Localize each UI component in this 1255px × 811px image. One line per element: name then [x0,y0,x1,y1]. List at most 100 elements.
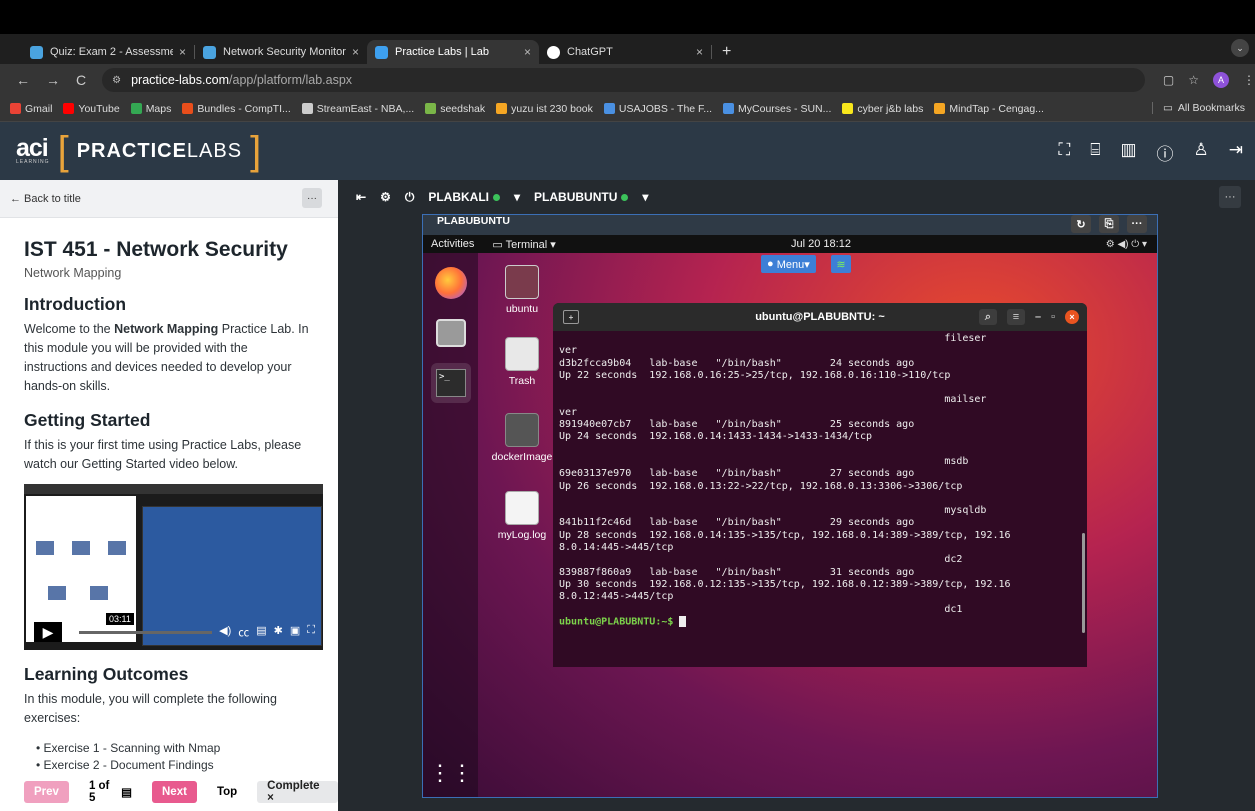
kebab-menu-icon[interactable]: ⋮ [1243,73,1255,87]
url-field[interactable]: ⚙ practice-labs.com /app/platform/lab.as… [102,68,1145,92]
top-button[interactable]: Top [207,781,247,803]
refresh-icon[interactable]: ↻ [1071,215,1091,233]
terminal-app-label: Terminal ▾ [505,238,556,251]
browser-tab[interactable]: ChatGPT × [539,40,711,64]
power-icon[interactable]: ⏻ [405,190,415,205]
hamburger-menu-icon[interactable]: ≡ [1006,309,1025,325]
new-tab-button[interactable]: + [722,43,731,61]
desktop-icon-ubuntu[interactable]: ubuntu [487,265,557,315]
transcript-icon[interactable]: ▤ [256,624,266,640]
folder-open-icon[interactable]: ⌸ [1090,140,1100,165]
chevron-down-icon[interactable]: ▾ [642,190,648,204]
page-count: 1 of 5 [88,780,110,804]
ubuntu-desktop[interactable]: Activities ▭ Terminal ▾ Jul 20 18:12 ⚙ ◀… [423,235,1157,797]
terminal-output[interactable]: fileser ver d3b2fcca9b04 lab-base "/bin/ba… [553,331,1087,631]
bookmark-label: USAJOBS - The F... [618,102,713,115]
maximize-icon[interactable]: ▫ [1051,311,1055,323]
browser-tab[interactable]: Quiz: Exam 2 - Assessment - × [22,40,194,64]
browser-tab[interactable]: Network Security Monitoring × [195,40,367,64]
bookmark-item[interactable]: USAJOBS - The F... [603,102,713,115]
bookmark-item[interactable]: MyCourses - SUN... [723,103,831,115]
vm-title: PLABUBUNTU [437,215,510,227]
terminal-line: ver [559,406,578,418]
tablet-icon[interactable]: ▢ [1163,73,1174,87]
terminal-window[interactable]: + ubuntu@PLABUBNTU: ~ ⌕ ≡ – ▫ × fileser … [553,303,1087,667]
chevron-down-icon[interactable]: ▾ [514,190,520,204]
bookmark-item[interactable]: seedshak [425,103,485,115]
terminal-scrollbar[interactable] [1082,533,1085,633]
fullscreen-icon[interactable]: ⛶ [1058,140,1070,165]
device-plabkali[interactable]: PLABKALI [428,190,500,204]
system-tray[interactable]: ⚙ ◀) ⏻ ▾ [1106,239,1147,250]
practicelabs-logo[interactable]: PRACTICELABS [77,140,242,163]
back-to-title-link[interactable]: ← Back to title [10,193,81,205]
desktop-icon-mylog[interactable]: myLog.log [487,491,557,541]
exercise-item[interactable]: • Exercise 2 - Document Findings [36,757,314,774]
clock[interactable]: Jul 20 18:12 [791,238,851,250]
aci-logo[interactable]: aci LEARNING [16,136,50,166]
desktop-icon-dockerimage[interactable]: dockerImage [487,413,557,463]
activities-button[interactable]: Activities [431,238,474,250]
gear-icon[interactable]: ⚙ [380,190,391,204]
vm-menu-button[interactable]: ● Menu▾ [761,255,816,273]
bookmark-item[interactable]: StreamEast - NBA,... [301,103,414,115]
back-arrow-icon[interactable]: ← [16,72,30,88]
settings-icon[interactable]: ✱ [274,624,283,640]
device-plabubuntu[interactable]: PLABUBUNTU [534,190,629,204]
terminal-dock-icon[interactable]: >_ [431,363,471,403]
vm-more-icon[interactable]: ··· [1127,215,1147,233]
bookmark-item[interactable]: Gmail [10,103,52,115]
close-tab-icon[interactable]: × [696,45,703,59]
bookmark-item[interactable]: YouTube [63,103,120,115]
firefox-icon[interactable] [431,263,471,303]
minimize-icon[interactable]: – [1035,311,1041,323]
video-progress-bar[interactable] [72,631,212,634]
bookmark-item[interactable]: MindTap - Cengag... [934,103,1044,115]
search-icon[interactable]: ⌕ [978,309,997,325]
terminal-line: mailser [559,394,987,406]
clipboard-icon[interactable]: ⎘ [1099,215,1119,233]
reload-icon[interactable]: C [76,72,86,88]
next-button[interactable]: Next [152,781,197,803]
complete-button[interactable]: Complete × [257,780,338,804]
page-indicator[interactable]: 1 of 5 ▤ [79,780,142,804]
play-icon[interactable]: ▶ [34,622,62,642]
exercise-item[interactable]: • Exercise 1 - Scanning with Nmap [36,740,314,757]
close-icon[interactable]: × [1065,310,1079,324]
site-info-icon[interactable]: ⚙ [112,75,121,86]
fullscreen-icon[interactable]: ⛶ [307,624,315,640]
terminal-app-menu[interactable]: ▭ Terminal ▾ [492,238,555,251]
captions-icon[interactable]: ㏄ [238,624,249,640]
new-tab-icon[interactable]: + [563,310,579,324]
user-icon[interactable]: ♙ [1194,140,1209,165]
bookmark-item[interactable]: Maps [130,103,171,115]
forward-arrow-icon[interactable]: → [46,72,60,88]
lab-more-icon[interactable]: ··· [1219,186,1241,208]
bookmark-item[interactable]: yuzu ist 230 book [496,103,593,115]
profile-avatar[interactable]: A [1213,72,1229,88]
collapse-sidebar-icon[interactable]: ⇤ [356,190,366,204]
chart-icon[interactable]: ▥ [1120,140,1136,165]
close-tab-icon[interactable]: × [352,45,359,59]
close-tab-icon[interactable]: × [179,45,186,59]
all-bookmarks[interactable]: ▭ All Bookmarks [1151,102,1245,114]
star-icon[interactable]: ☆ [1188,73,1199,87]
getting-started-text: If this is your first time using Practic… [24,438,302,471]
more-options-icon[interactable]: ··· [302,188,322,208]
getting-started-video[interactable]: ▶ 03:11 ◀) ㏄ ▤ ✱ ▣ ⛶ [24,484,323,650]
browser-tab-active[interactable]: Practice Labs | Lab × [367,40,539,64]
desktop-icon-trash[interactable]: Trash [487,337,557,387]
bookmark-item[interactable]: Bundles - CompTI... [182,103,291,115]
logout-icon[interactable]: ⇥ [1229,140,1243,165]
volume-icon[interactable]: ◀) [219,624,231,640]
prev-button[interactable]: Prev [24,781,69,803]
close-tab-icon[interactable]: × [524,45,531,59]
bookmark-item[interactable]: cyber j&b labs [842,103,923,115]
wifi-icon[interactable]: ≋ [831,255,851,273]
show-apps-icon[interactable]: ⋮⋮ [429,755,473,791]
tab-search-button[interactable]: ⌄ [1231,39,1249,57]
files-icon[interactable] [431,313,471,353]
help-icon[interactable]: ⓘ [1157,140,1174,165]
pip-icon[interactable]: ▣ [290,624,300,640]
vm-window[interactable]: PLABUBUNTU ↻ ⎘ ··· Activities ▭ Terminal… [422,214,1158,798]
